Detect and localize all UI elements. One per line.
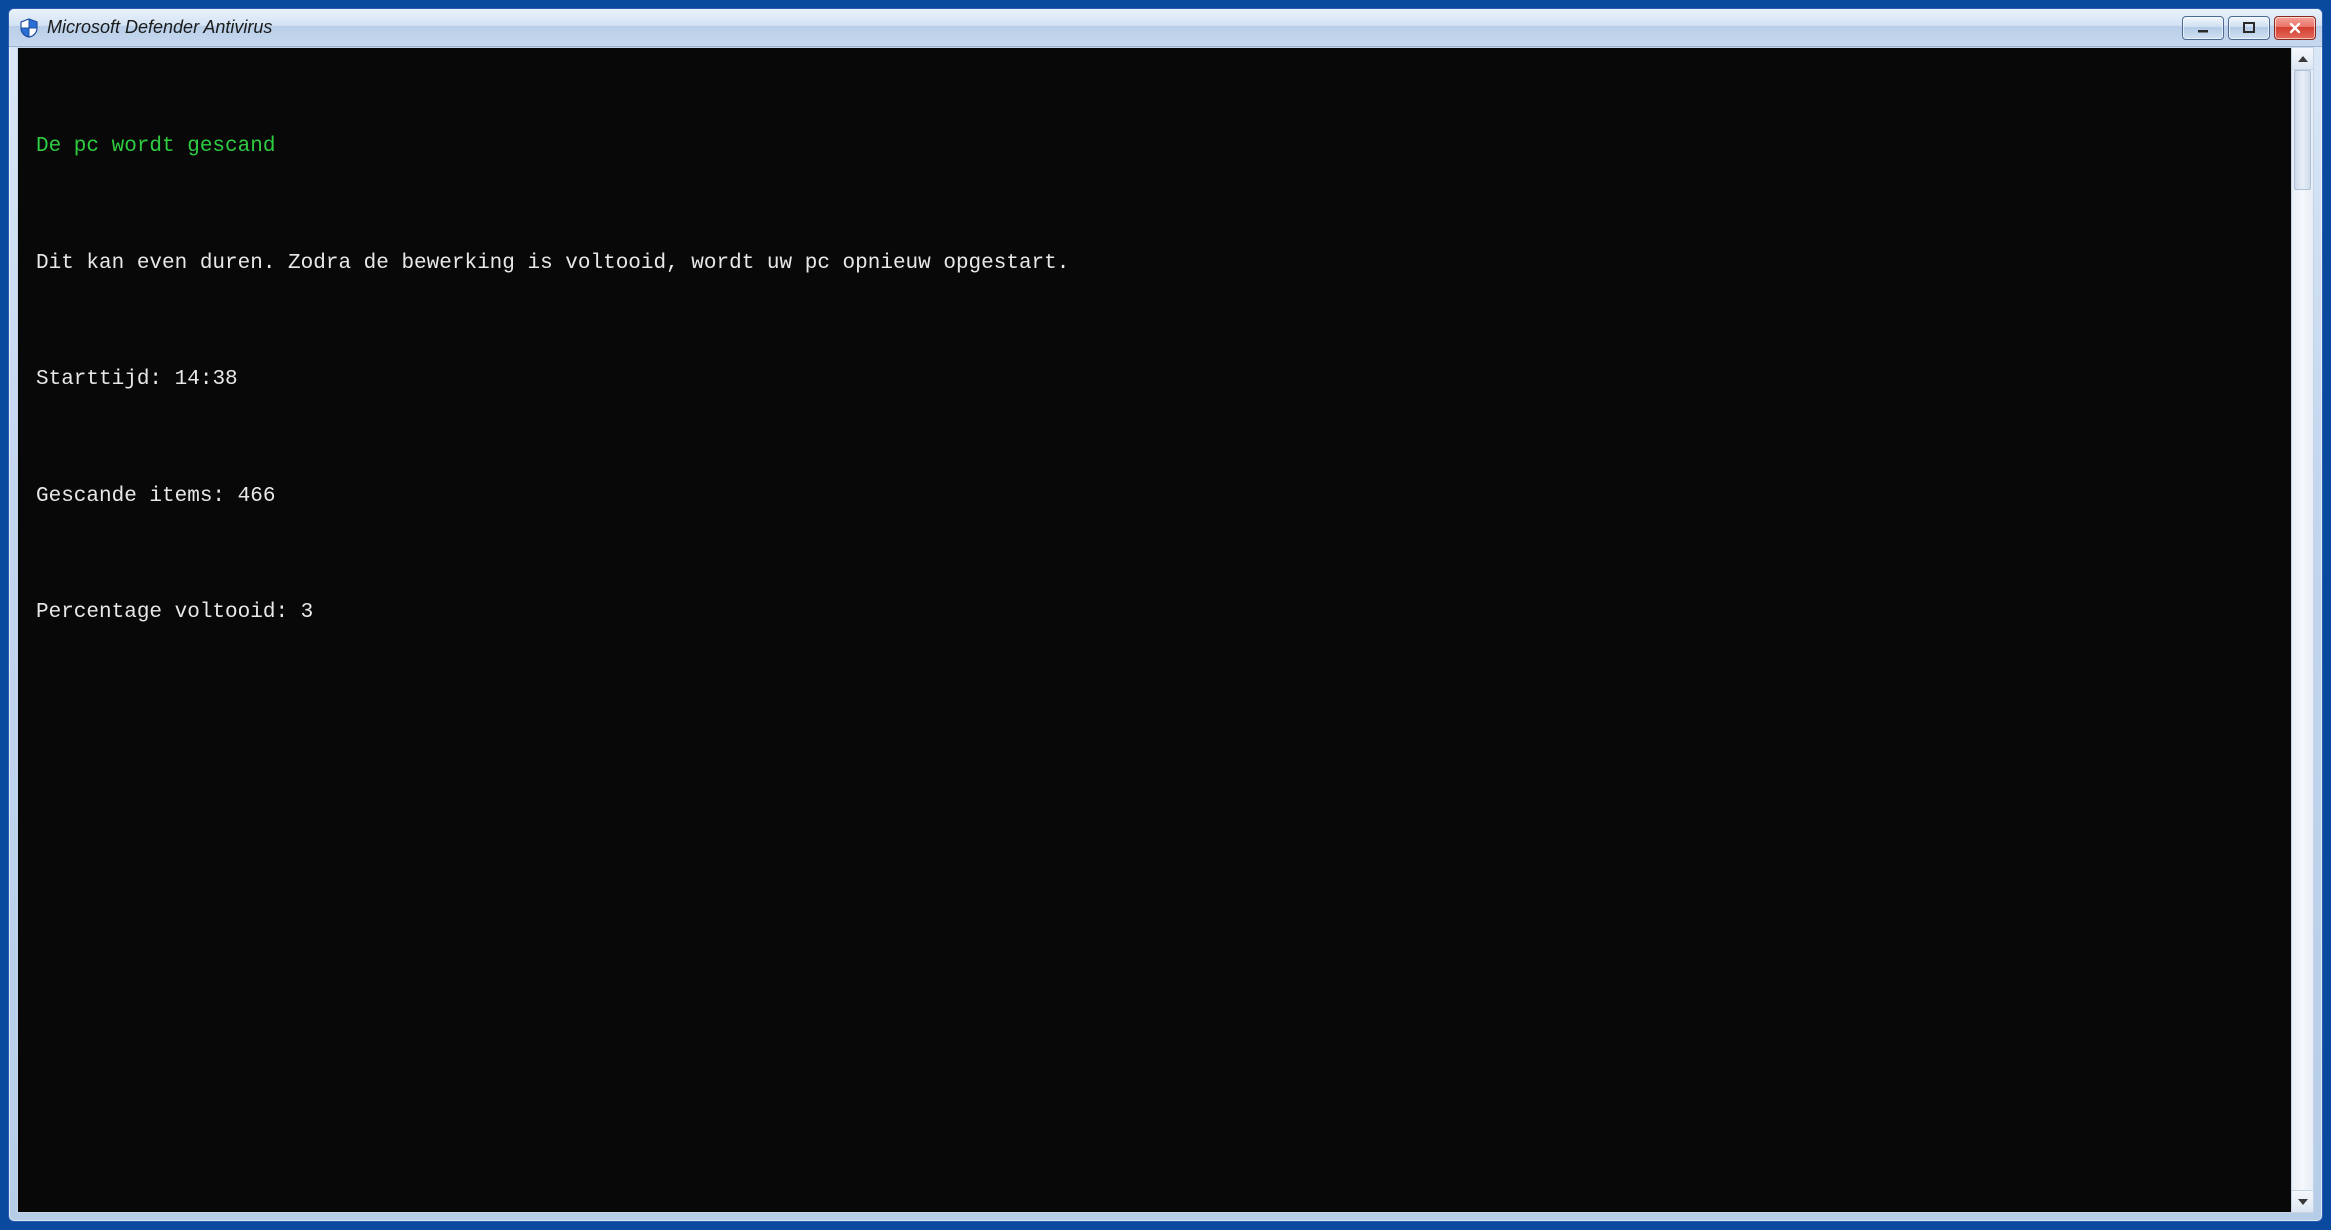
client-area: De pc wordt gescand Dit kan even duren. … [17, 47, 2314, 1213]
chevron-down-icon [2298, 1199, 2308, 1205]
maximize-button[interactable] [2228, 16, 2270, 40]
percent-complete-value: 3 [301, 601, 314, 624]
vertical-scrollbar[interactable] [2291, 48, 2313, 1212]
defender-shield-icon [19, 18, 39, 38]
close-button[interactable] [2274, 16, 2316, 40]
scanned-items-line: Gescande items: 466 [36, 481, 2273, 513]
app-window: Microsoft Defender Antivirus De pc w [8, 8, 2323, 1222]
start-time-value: 14:38 [175, 368, 238, 391]
titlebar[interactable]: Microsoft Defender Antivirus [9, 9, 2322, 47]
minimize-button[interactable] [2182, 16, 2224, 40]
scanned-items-label: Gescande items: [36, 485, 225, 508]
chevron-up-icon [2298, 56, 2308, 62]
scroll-down-button[interactable] [2292, 1190, 2313, 1212]
scrollbar-track[interactable] [2292, 70, 2313, 1190]
start-time-label: Starttijd: [36, 368, 162, 391]
scrollbar-thumb[interactable] [2294, 70, 2311, 190]
scan-subtext: Dit kan even duren. Zodra de bewerking i… [36, 248, 2273, 280]
scroll-up-button[interactable] [2292, 48, 2313, 70]
start-time-line: Starttijd: 14:38 [36, 364, 2273, 396]
scan-heading: De pc wordt gescand [36, 131, 2273, 163]
window-title: Microsoft Defender Antivirus [47, 17, 2182, 38]
percent-complete-label: Percentage voltooid: [36, 601, 288, 624]
percent-complete-line: Percentage voltooid: 3 [36, 597, 2273, 629]
console-output: De pc wordt gescand Dit kan even duren. … [18, 48, 2291, 1212]
desktop-background: Microsoft Defender Antivirus De pc w [0, 0, 2331, 1230]
window-controls [2182, 16, 2316, 40]
scanned-items-value: 466 [238, 485, 276, 508]
